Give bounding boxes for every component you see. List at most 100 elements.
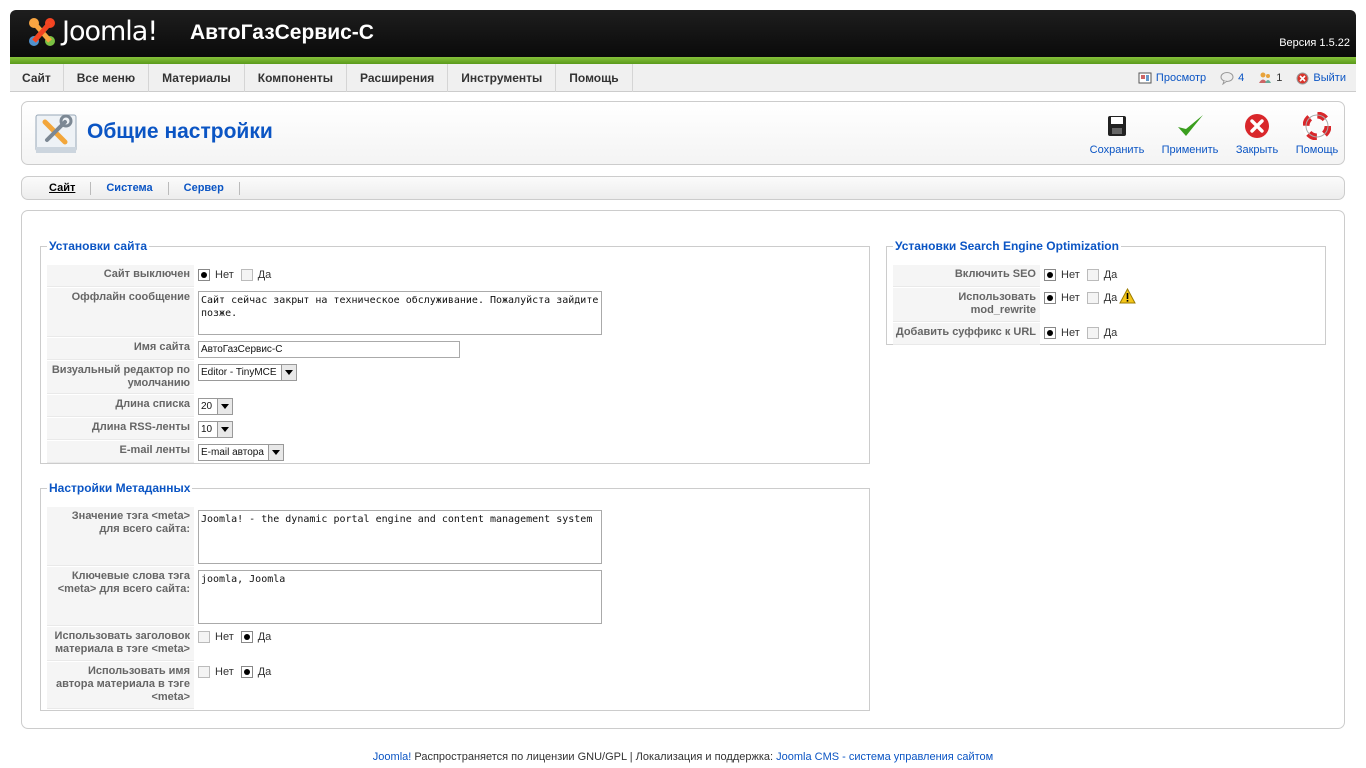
rewrite-no-radio[interactable] bbox=[1044, 292, 1056, 304]
menu-all-menus[interactable]: Все меню bbox=[64, 64, 150, 92]
help-label: Помощь bbox=[1295, 144, 1339, 156]
rss-length-select[interactable]: 10 bbox=[198, 421, 233, 438]
rewrite-yes-label: Да bbox=[1103, 292, 1118, 304]
meta-title-no-radio[interactable] bbox=[198, 631, 210, 643]
logout-label: Выйти bbox=[1313, 72, 1346, 84]
header: Joomla! АвтоГазСервис-С Версия 1.5.22 bbox=[10, 10, 1356, 57]
seo-legend: Установки Search Engine Optimization bbox=[895, 239, 1119, 253]
meta-keys-label: Ключевые слова тэга <meta> для всего сай… bbox=[47, 567, 194, 626]
footer-localization-link[interactable]: Joomla CMS - система управления сайтом bbox=[776, 751, 993, 763]
toolbar-box: Общие настройки Сохранить Применить Закр… bbox=[21, 101, 1345, 165]
tab-server[interactable]: Сервер bbox=[169, 181, 240, 195]
chevron-down-icon bbox=[267, 445, 283, 460]
help-button[interactable]: Помощь bbox=[1282, 112, 1352, 156]
sitename-row: Имя сайта bbox=[47, 338, 464, 361]
config-tabs: Сайт Система Сервер bbox=[21, 176, 1345, 200]
menu-content[interactable]: Материалы bbox=[149, 64, 245, 92]
apply-button[interactable]: Применить bbox=[1155, 112, 1225, 156]
rss-length-label: Длина RSS-ленты bbox=[47, 418, 194, 440]
site-settings-fieldset: Установки сайта Сайт выключен Нет Да Офф… bbox=[40, 239, 870, 464]
meta-author-no-radio[interactable] bbox=[198, 666, 210, 678]
feed-email-row: E-mail ленты E-mail автора bbox=[47, 441, 288, 464]
meta-desc-textarea[interactable]: Joomla! - the dynamic portal engine and … bbox=[198, 510, 602, 564]
offline-message-textarea[interactable]: Сайт сейчас закрыт на техническое обслуж… bbox=[198, 291, 602, 335]
apply-label: Применить bbox=[1161, 144, 1219, 156]
list-length-select[interactable]: 20 bbox=[198, 398, 233, 415]
preview-label: Просмотр bbox=[1155, 72, 1207, 84]
feed-email-select[interactable]: E-mail автора bbox=[198, 444, 284, 461]
meta-author-yes-radio[interactable] bbox=[240, 666, 253, 678]
sef-row: Включить SEO Нет Да bbox=[893, 265, 1128, 287]
sitename-label: Имя сайта bbox=[47, 338, 194, 360]
suffix-no-radio[interactable] bbox=[1044, 327, 1056, 339]
meta-title-label: Использовать заголовок материала в тэге … bbox=[47, 627, 194, 661]
meta-desc-label: Значение тэга <meta> для всего сайта: bbox=[47, 507, 194, 566]
chevron-down-icon bbox=[217, 422, 232, 437]
footer-joomla-link[interactable]: Joomla! bbox=[373, 751, 412, 763]
offline-yes-radio[interactable] bbox=[240, 269, 253, 281]
rewrite-yes-radio[interactable] bbox=[1086, 292, 1099, 304]
messages-link[interactable]: 4 bbox=[1220, 71, 1244, 85]
rewrite-label: Использовать mod_rewrite bbox=[893, 288, 1040, 322]
menu-help[interactable]: Помощь bbox=[556, 64, 633, 92]
offline-message-label: Оффлайн сообщение bbox=[47, 288, 194, 337]
joomla-logo-icon bbox=[29, 18, 55, 46]
menu-site[interactable]: Сайт bbox=[10, 64, 64, 92]
tab-system[interactable]: Система bbox=[91, 181, 169, 195]
save-button[interactable]: Сохранить bbox=[1082, 112, 1152, 156]
editor-select-value: Editor - TinyMCE bbox=[201, 367, 277, 378]
offline-no-label: Нет bbox=[215, 269, 234, 281]
help-lifebuoy-icon bbox=[1303, 112, 1331, 140]
offline-yes-label: Да bbox=[257, 269, 272, 281]
editor-select[interactable]: Editor - TinyMCE bbox=[198, 364, 297, 381]
seo-fieldset: Установки Search Engine Optimization Вкл… bbox=[886, 239, 1326, 345]
menu-tools[interactable]: Инструменты bbox=[448, 64, 557, 92]
offline-row: Сайт выключен Нет Да bbox=[47, 265, 282, 287]
close-label: Закрыть bbox=[1235, 144, 1279, 156]
meta-author-yes-label: Да bbox=[257, 666, 272, 678]
sef-label: Включить SEO bbox=[893, 265, 1040, 287]
config-tools-icon bbox=[35, 114, 77, 153]
offline-no-radio[interactable] bbox=[198, 269, 210, 281]
logout-link[interactable]: Выйти bbox=[1296, 72, 1346, 85]
suffix-no-label: Нет bbox=[1061, 327, 1080, 339]
version-label: Версия 1.5.22 bbox=[1279, 37, 1350, 49]
chevron-down-icon bbox=[217, 399, 232, 414]
rewrite-no-label: Нет bbox=[1061, 292, 1080, 304]
sef-no-radio[interactable] bbox=[1044, 269, 1056, 281]
logout-icon bbox=[1296, 72, 1309, 84]
tab-site[interactable]: Сайт bbox=[34, 181, 92, 195]
feed-email-label: E-mail ленты bbox=[47, 441, 194, 463]
suffix-yes-radio[interactable] bbox=[1086, 327, 1099, 339]
sef-no-label: Нет bbox=[1061, 269, 1080, 281]
suffix-row: Добавить суффикс к URL Нет Да bbox=[893, 323, 1128, 345]
page-title: Общие настройки bbox=[87, 120, 273, 143]
users-count: 1 bbox=[1276, 72, 1283, 84]
sitename-input[interactable] bbox=[198, 341, 460, 358]
list-length-row: Длина списка 20 bbox=[47, 395, 237, 418]
site-settings-legend: Установки сайта bbox=[49, 239, 148, 253]
list-length-label: Длина списка bbox=[47, 395, 194, 417]
menu-extensions[interactable]: Расширения bbox=[347, 64, 449, 92]
editor-label: Визуальный редактор по умолчанию bbox=[47, 361, 194, 394]
footer: Joomla! Распространяется по лицензии GNU… bbox=[0, 751, 1366, 763]
meta-keys-textarea[interactable]: joomla, Joomla bbox=[198, 570, 602, 624]
preview-icon bbox=[1138, 72, 1152, 84]
offline-label: Сайт выключен bbox=[47, 265, 194, 287]
meta-settings-legend: Настройки Метаданных bbox=[49, 481, 191, 495]
warning-icon[interactable] bbox=[1119, 288, 1137, 304]
offline-message-row: Оффлайн сообщение Сайт сейчас закрыт на … bbox=[47, 288, 606, 338]
feed-email-value: E-mail автора bbox=[201, 447, 264, 458]
sef-yes-label: Да bbox=[1103, 269, 1118, 281]
save-label: Сохранить bbox=[1089, 144, 1145, 156]
meta-settings-fieldset: Настройки Метаданных Значение тэга <meta… bbox=[40, 481, 870, 711]
meta-title-yes-radio[interactable] bbox=[240, 631, 253, 643]
rss-length-value: 10 bbox=[201, 424, 213, 435]
meta-author-label: Использовать имя автора материала в тэге… bbox=[47, 662, 194, 709]
preview-link[interactable]: Просмотр bbox=[1138, 71, 1206, 85]
meta-title-row: Использовать заголовок материала в тэге … bbox=[47, 627, 282, 661]
users-icon bbox=[1259, 72, 1272, 83]
sef-yes-radio[interactable] bbox=[1086, 269, 1099, 281]
messages-count: 4 bbox=[1238, 72, 1245, 84]
menu-components[interactable]: Компоненты bbox=[245, 64, 348, 92]
